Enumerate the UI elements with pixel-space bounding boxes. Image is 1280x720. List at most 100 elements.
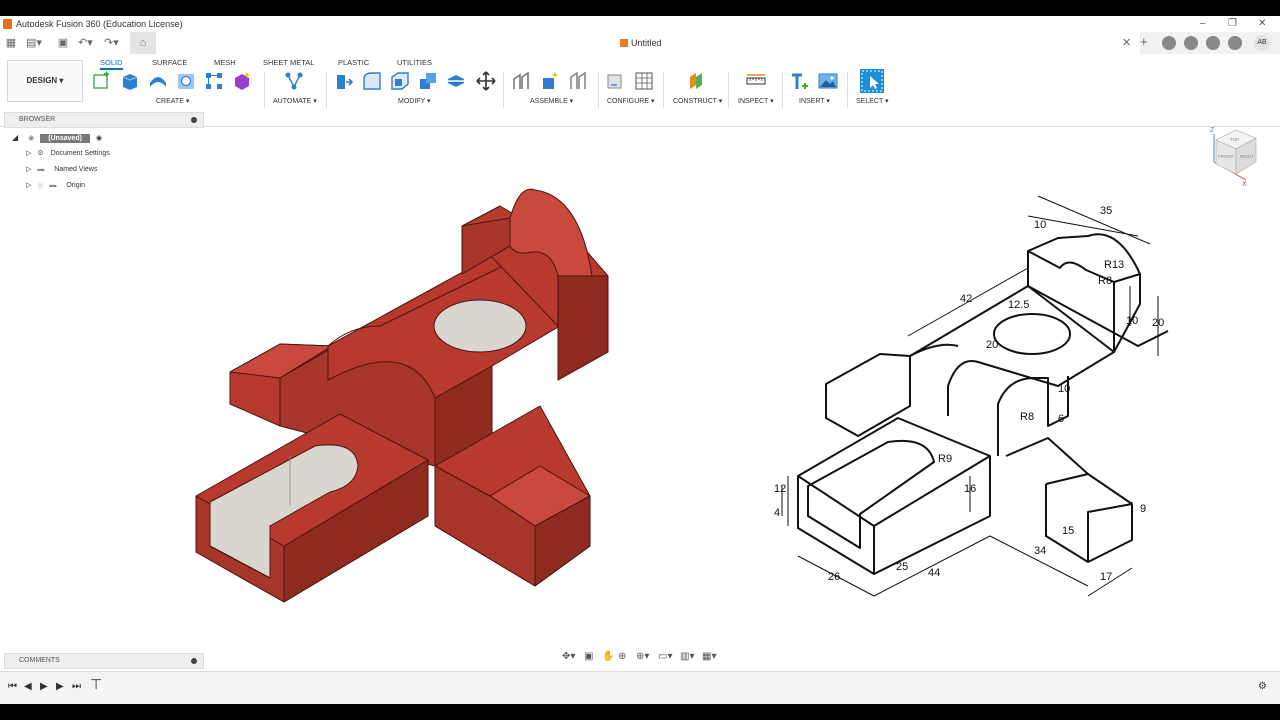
collapse-triangle-icon[interactable]: ◢: [12, 133, 18, 142]
insert-derive-icon[interactable]: [790, 71, 810, 91]
expand-triangle-icon[interactable]: ▷: [26, 166, 31, 173]
visibility-eye-icon[interactable]: ◉: [28, 135, 34, 142]
dim-34: 34: [1034, 545, 1046, 557]
undo-icon[interactable]: ↶▾: [78, 36, 93, 50]
create-form-icon[interactable]: [232, 71, 252, 91]
browser-root-row[interactable]: ◢ ◉ (Unsaved) ◉: [12, 133, 102, 147]
extrude-icon[interactable]: [120, 71, 140, 91]
home-icon[interactable]: ⌂: [130, 32, 156, 54]
group-modify[interactable]: MODIFY ▾: [398, 97, 431, 105]
play-icon[interactable]: ▶: [40, 681, 48, 692]
browser-item-origin[interactable]: ▷ ◎ ▬ Origin: [26, 181, 85, 195]
redo-icon[interactable]: ↷▾: [104, 36, 119, 50]
pan-icon[interactable]: ✋: [602, 651, 614, 662]
create-sketch-icon[interactable]: [92, 71, 112, 91]
tab-mesh[interactable]: MESH: [214, 58, 236, 67]
configuration-table-icon[interactable]: [634, 71, 654, 91]
extensions-icon[interactable]: [1162, 36, 1176, 50]
new-component-icon[interactable]: [512, 71, 532, 91]
press-pull-icon[interactable]: [334, 71, 354, 91]
quick-access-toolbar: ▦ ▤▾ ▣ ↶▾ ↷▾ ⌂ Untitled ✕ + AB: [0, 32, 1280, 55]
split-body-icon[interactable]: [446, 71, 466, 91]
group-inspect[interactable]: INSPECT ▾: [738, 97, 774, 105]
view-cube[interactable]: Z X TOP FRONT RIGHT: [1206, 122, 1266, 188]
document-tab-title: Untitled: [631, 38, 662, 48]
go-to-end-icon[interactable]: ⏭: [72, 681, 81, 692]
grid-settings-icon[interactable]: ▥▾: [680, 651, 694, 662]
measure-icon[interactable]: [746, 71, 766, 91]
group-configure[interactable]: CONFIGURE ▾: [607, 97, 654, 105]
revolve-icon[interactable]: [148, 71, 168, 91]
visibility-eye-icon[interactable]: ◎: [37, 182, 43, 189]
look-at-icon[interactable]: ▣: [584, 651, 593, 662]
tab-solid[interactable]: SOLID: [100, 58, 123, 70]
go-to-start-icon[interactable]: ⏮: [8, 681, 17, 692]
workspace-switcher[interactable]: DESIGN ▾: [7, 60, 83, 102]
combine-icon[interactable]: [418, 71, 438, 91]
dim-20-hole: 20: [986, 339, 998, 351]
tab-sheet-metal[interactable]: SHEET METAL: [263, 58, 314, 67]
user-avatar[interactable]: AB: [1254, 35, 1270, 51]
ribbon-separator: [326, 72, 327, 108]
file-menu-icon[interactable]: ▤▾: [26, 36, 42, 50]
close-tab-icon[interactable]: ✕: [1122, 36, 1131, 49]
model-viewport-body[interactable]: [180, 166, 620, 606]
hole-icon[interactable]: [176, 71, 196, 91]
step-back-icon[interactable]: ◀: [24, 681, 32, 692]
motion-link-icon[interactable]: [568, 71, 588, 91]
group-construct[interactable]: CONSTRUCT ▾: [673, 97, 722, 105]
select-icon[interactable]: [860, 69, 884, 93]
timeline-settings-gear-icon[interactable]: ⚙: [1258, 681, 1267, 692]
configure-icon[interactable]: [606, 71, 626, 91]
joint-icon[interactable]: [540, 71, 560, 91]
minimize-icon[interactable]: –: [1200, 18, 1206, 29]
offset-plane-icon[interactable]: [686, 71, 706, 91]
expand-triangle-icon[interactable]: ▷: [26, 182, 31, 189]
dim-16: 16: [964, 483, 976, 495]
browser-item-named-views[interactable]: ▷ ▬ Named Views: [26, 165, 97, 179]
orbit-icon[interactable]: ✥▾: [562, 651, 575, 662]
viewcube-right-label: RIGHT: [1240, 154, 1254, 159]
display-settings-icon[interactable]: ▭▾: [658, 651, 672, 662]
browser-panel-header[interactable]: BROWSER: [4, 112, 204, 128]
pattern-icon[interactable]: [204, 71, 224, 91]
save-icon[interactable]: ▣: [56, 36, 70, 50]
folder-icon: ▬: [37, 166, 45, 173]
group-assemble[interactable]: ASSEMBLE ▾: [530, 97, 573, 105]
new-tab-icon[interactable]: +: [1140, 35, 1154, 49]
insert-canvas-icon[interactable]: [818, 71, 838, 91]
fillet-icon[interactable]: [362, 71, 382, 91]
zoom-icon[interactable]: ⊕: [618, 651, 626, 662]
viewports-icon[interactable]: ▦▾: [702, 651, 716, 662]
notifications-icon[interactable]: [1206, 36, 1220, 50]
apps-grid-icon[interactable]: ▦: [4, 36, 18, 50]
tab-utilities[interactable]: UTILITIES: [397, 58, 432, 67]
expand-triangle-icon[interactable]: ▷: [26, 150, 31, 157]
tab-surface[interactable]: SURFACE: [152, 58, 187, 67]
dim-12: 12: [774, 483, 786, 495]
browser-item-document-settings[interactable]: ▷ ⚙ Document Settings: [26, 149, 110, 163]
group-select[interactable]: SELECT ▾: [856, 97, 889, 105]
shell-icon[interactable]: [390, 71, 410, 91]
group-insert[interactable]: INSERT ▾: [799, 97, 830, 105]
tab-plastic[interactable]: PLASTIC: [338, 58, 369, 67]
title-bar: Autodesk Fusion 360 (Education License) …: [0, 16, 1280, 32]
move-copy-icon[interactable]: [476, 71, 496, 91]
job-status-icon[interactable]: [1184, 36, 1198, 50]
group-automate[interactable]: AUTOMATE ▾: [273, 97, 317, 105]
help-icon[interactable]: [1228, 36, 1242, 50]
group-create[interactable]: CREATE ▾: [156, 97, 189, 105]
step-forward-icon[interactable]: ▶: [56, 681, 64, 692]
ribbon-separator: [847, 72, 848, 108]
browser-pin-icon[interactable]: [191, 117, 197, 123]
automate-icon[interactable]: [284, 71, 304, 91]
zoom-window-icon[interactable]: ⊕▾: [636, 651, 649, 662]
close-window-icon[interactable]: ✕: [1258, 18, 1266, 29]
comments-add-icon[interactable]: [191, 658, 197, 664]
comments-panel-header[interactable]: COMMENTS: [4, 653, 204, 669]
document-tab[interactable]: Untitled: [620, 38, 662, 48]
dim-26: 26: [828, 571, 840, 583]
active-component-icon[interactable]: ◉: [96, 135, 102, 142]
maximize-icon[interactable]: ❐: [1228, 18, 1237, 29]
timeline-marker-icon[interactable]: ⊤: [90, 676, 102, 693]
